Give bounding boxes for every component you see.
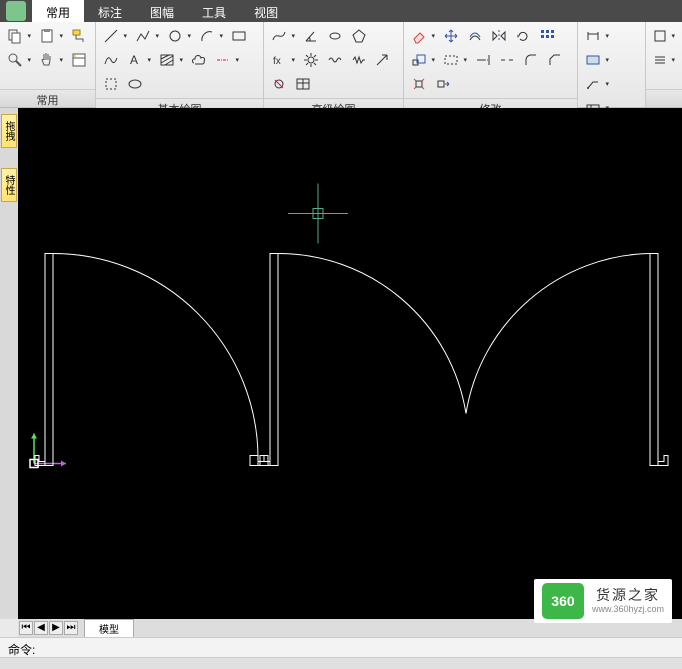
- curve-button[interactable]: [268, 25, 298, 47]
- menu-tab-annotate[interactable]: 标注: [84, 0, 136, 22]
- rectangle-button[interactable]: [228, 25, 250, 47]
- panel-basic-draw: A 基本绘图: [96, 22, 264, 107]
- hatch-button[interactable]: [156, 49, 186, 71]
- offset-button[interactable]: [464, 25, 486, 47]
- panel-label-overflow: [646, 89, 682, 107]
- formula-button[interactable]: fx: [268, 49, 298, 71]
- scale-button[interactable]: [408, 49, 438, 71]
- wave-button[interactable]: [324, 49, 346, 71]
- panel-advanced-draw: fx 高级绘图: [264, 22, 404, 107]
- nav-first-button[interactable]: ⏮: [19, 621, 33, 635]
- spline-button[interactable]: [100, 49, 122, 71]
- more-2-button[interactable]: [650, 49, 678, 71]
- more-1-button[interactable]: [650, 25, 678, 47]
- cloud-button[interactable]: [188, 49, 210, 71]
- menu-tab-sheet[interactable]: 图幅: [136, 0, 188, 22]
- panel-label-common: 常用: [0, 89, 95, 107]
- menu-tab-view[interactable]: 视图: [240, 0, 292, 22]
- polyline-button[interactable]: [132, 25, 162, 47]
- line-button[interactable]: [100, 25, 130, 47]
- copy-button[interactable]: [4, 25, 34, 47]
- zoom-button[interactable]: [4, 49, 34, 71]
- side-tab-drag[interactable]: 拖拽: [1, 114, 17, 148]
- circle-button[interactable]: [164, 25, 194, 47]
- watermark: 360 货源之家 www.360hyzj.com: [534, 579, 672, 623]
- extend-button[interactable]: [472, 49, 494, 71]
- leader-button[interactable]: [582, 73, 612, 95]
- panel-annotate: 标注: [578, 22, 646, 107]
- paste-button[interactable]: [36, 25, 66, 47]
- drawing-canvas[interactable]: [18, 108, 682, 619]
- side-tab-properties[interactable]: 特性: [1, 168, 17, 202]
- command-line[interactable]: 命令:: [0, 637, 682, 657]
- nav-next-button[interactable]: ▶: [49, 621, 63, 635]
- chamfer-button[interactable]: [544, 49, 566, 71]
- text-button[interactable]: A: [124, 49, 154, 71]
- properties-button[interactable]: [68, 49, 90, 71]
- ellipse2-button[interactable]: [324, 25, 346, 47]
- nav-last-button[interactable]: ⏭: [64, 621, 78, 635]
- erase-button[interactable]: [408, 25, 438, 47]
- arrow-button[interactable]: [372, 49, 394, 71]
- model-tab[interactable]: 模型: [84, 619, 134, 638]
- angle-button[interactable]: [300, 25, 322, 47]
- dim-linear-button[interactable]: [582, 25, 612, 47]
- gear-button[interactable]: [300, 49, 322, 71]
- fillet-button[interactable]: [520, 49, 542, 71]
- arc-button[interactable]: [196, 25, 226, 47]
- pan-button[interactable]: [36, 49, 66, 71]
- svg-text:A: A: [130, 53, 138, 67]
- polygon-button[interactable]: [348, 25, 370, 47]
- break-button[interactable]: [496, 49, 518, 71]
- ellipse-button[interactable]: [124, 73, 146, 95]
- format-painter-button[interactable]: [68, 25, 90, 47]
- move-button[interactable]: [440, 25, 462, 47]
- menubar: 常用 标注 图幅 工具 视图: [0, 0, 682, 22]
- region-button[interactable]: [100, 73, 122, 95]
- panel-overflow: [646, 22, 682, 107]
- menu-tab-common[interactable]: 常用: [32, 0, 84, 22]
- explode-button[interactable]: [408, 73, 430, 95]
- watermark-url: www.360hyzj.com: [592, 604, 664, 615]
- table-button[interactable]: [292, 73, 314, 95]
- zigzag-button[interactable]: [348, 49, 370, 71]
- array-button[interactable]: [536, 25, 558, 47]
- svg-text:fx: fx: [273, 56, 281, 67]
- drawing-svg: [18, 108, 682, 619]
- hole-button[interactable]: [268, 73, 290, 95]
- trim-button[interactable]: [440, 49, 470, 71]
- centerline-button[interactable]: [212, 49, 242, 71]
- workspace: 拖拽 特性: [0, 108, 682, 619]
- nav-prev-button[interactable]: ◀: [34, 621, 48, 635]
- sidebar: 拖拽 特性: [0, 108, 18, 619]
- menu-tab-tools[interactable]: 工具: [188, 0, 240, 22]
- mirror-button[interactable]: [488, 25, 510, 47]
- rotate-button[interactable]: [512, 25, 534, 47]
- status-bar: [0, 657, 682, 669]
- panel-modify: 修改: [404, 22, 578, 107]
- panel-common: 常用: [0, 22, 96, 107]
- ribbon: 常用 A 基本绘图 fx: [0, 22, 682, 108]
- stretch-button[interactable]: [432, 73, 454, 95]
- dim-style-button[interactable]: [582, 49, 612, 71]
- watermark-title: 货源之家: [592, 587, 664, 604]
- watermark-badge: 360: [542, 583, 584, 619]
- app-logo-icon: [6, 1, 26, 21]
